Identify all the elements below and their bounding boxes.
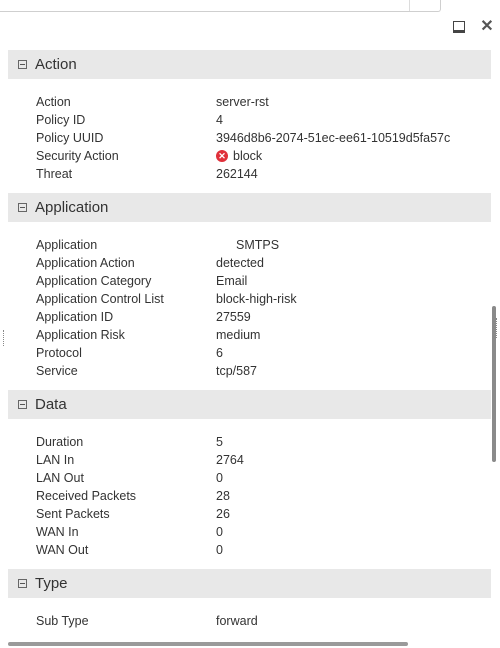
detail-row-duration: Duration 5 — [8, 433, 491, 451]
vertical-scrollbar[interactable] — [492, 306, 496, 462]
detail-row-lan-out: LAN Out 0 — [8, 469, 491, 487]
section-header-action[interactable]: Action — [8, 50, 491, 79]
detail-label: Duration — [36, 435, 84, 449]
detail-value: 26 — [216, 507, 230, 521]
detail-label: Protocol — [36, 346, 82, 360]
detail-label: LAN In — [36, 453, 75, 467]
collapse-icon[interactable] — [18, 60, 27, 69]
detail-label: Threat — [36, 167, 73, 181]
input-divider — [409, 0, 410, 11]
section-data: Data Duration 5 LAN In 2764 LAN Out 0 Re… — [8, 390, 491, 567]
detail-label: Policy ID — [36, 113, 86, 127]
detail-value: medium — [216, 328, 261, 342]
detail-row-threat: Threat 262144 — [8, 165, 491, 183]
maximize-button[interactable] — [451, 19, 467, 35]
section-header-application[interactable]: Application — [8, 193, 491, 222]
detail-value: tcp/587 — [216, 364, 258, 378]
detail-value: 2764 — [216, 453, 244, 467]
detail-row-action: Action server-rst — [8, 93, 491, 111]
detail-row-application-category: Application Category Email — [8, 272, 491, 290]
application-value: SMTPS — [236, 238, 280, 252]
detail-value: SMTPS — [216, 238, 279, 252]
detail-row-application-control-list: Application Control List block-high-risk — [8, 290, 491, 308]
detail-value: detected — [216, 256, 264, 270]
detail-label: Action — [36, 95, 71, 109]
close-button[interactable]: ✕ — [479, 19, 495, 35]
detail-label: Security Action — [36, 149, 119, 163]
detail-value: forward — [216, 614, 258, 628]
detail-value: server-rst — [216, 95, 269, 109]
detail-label: Application ID — [36, 310, 114, 324]
detail-row-security-action: Security Action ✕ block — [8, 147, 491, 165]
detail-row-service: Service tcp/587 — [8, 362, 491, 380]
section-application: Application Application SMTPS Applicatio… — [8, 193, 491, 388]
right-edge-handle[interactable] — [496, 318, 500, 338]
detail-row-application-risk: Application Risk medium — [8, 326, 491, 344]
detail-row-received-packets: Received Packets 28 — [8, 487, 491, 505]
section-title: Type — [35, 575, 68, 592]
details-panel: Action Action server-rst Policy ID 4 Pol… — [8, 50, 491, 644]
section-title: Application — [35, 199, 109, 216]
detail-label: WAN In — [36, 525, 79, 539]
left-edge-handle[interactable] — [0, 318, 7, 348]
detail-value: 6 — [216, 346, 223, 360]
detail-value: 27559 — [216, 310, 251, 324]
detail-row-wan-out: WAN Out 0 — [8, 541, 491, 559]
detail-value: block-high-risk — [216, 292, 297, 306]
detail-row-wan-in: WAN In 0 — [8, 523, 491, 541]
detail-value: 28 — [216, 489, 230, 503]
section-header-data[interactable]: Data — [8, 390, 491, 419]
section-title: Action — [35, 56, 77, 73]
detail-label: Application Risk — [36, 328, 125, 342]
detail-label: Application Action — [36, 256, 135, 270]
detail-value: 5 — [216, 435, 223, 449]
maximize-icon — [453, 21, 465, 33]
detail-row-lan-in: LAN In 2764 — [8, 451, 491, 469]
collapse-icon[interactable] — [18, 203, 27, 212]
detail-value: 4 — [216, 113, 223, 127]
section-title: Data — [35, 396, 67, 413]
collapse-icon[interactable] — [18, 400, 27, 409]
detail-row-application-id: Application ID 27559 — [8, 308, 491, 326]
section-type: Type Sub Type forward — [8, 569, 491, 638]
detail-row-sent-packets: Sent Packets 26 — [8, 505, 491, 523]
detail-value: 3946d8b6-2074-51ec-ee61-10519d5fa57c — [216, 131, 451, 145]
detail-value: 262144 — [216, 167, 258, 181]
detail-row-application: Application SMTPS — [8, 236, 491, 254]
detail-label: LAN Out — [36, 471, 84, 485]
detail-label: Sub Type — [36, 614, 89, 628]
section-header-type[interactable]: Type — [8, 569, 491, 598]
detail-label: WAN Out — [36, 543, 89, 557]
detail-label: Application Category — [36, 274, 152, 288]
detail-label: Received Packets — [36, 489, 137, 503]
block-icon: ✕ — [216, 150, 228, 162]
top-input-field[interactable] — [0, 0, 441, 12]
horizontal-scrollbar[interactable] — [8, 642, 408, 646]
section-action: Action Action server-rst Policy ID 4 Pol… — [8, 50, 491, 191]
detail-row-protocol: Protocol 6 — [8, 344, 491, 362]
detail-value: 0 — [216, 543, 223, 557]
detail-row-policy-uuid: Policy UUID 3946d8b6-2074-51ec-ee61-1051… — [8, 129, 491, 147]
close-icon: ✕ — [480, 18, 494, 35]
detail-label: Sent Packets — [36, 507, 110, 521]
detail-value: 0 — [216, 471, 223, 485]
detail-label: Policy UUID — [36, 131, 104, 145]
detail-label: Service — [36, 364, 78, 378]
detail-label: Application Control List — [36, 292, 164, 306]
detail-label: Application — [36, 238, 98, 252]
detail-value: 0 — [216, 525, 223, 539]
security-action-value: block — [233, 149, 263, 163]
collapse-icon[interactable] — [18, 579, 27, 588]
detail-row-sub-type: Sub Type forward — [8, 612, 491, 630]
detail-value: Email — [216, 274, 248, 288]
detail-row-application-action: Application Action detected — [8, 254, 491, 272]
detail-value: ✕ block — [216, 149, 262, 163]
detail-row-policy-id: Policy ID 4 — [8, 111, 491, 129]
